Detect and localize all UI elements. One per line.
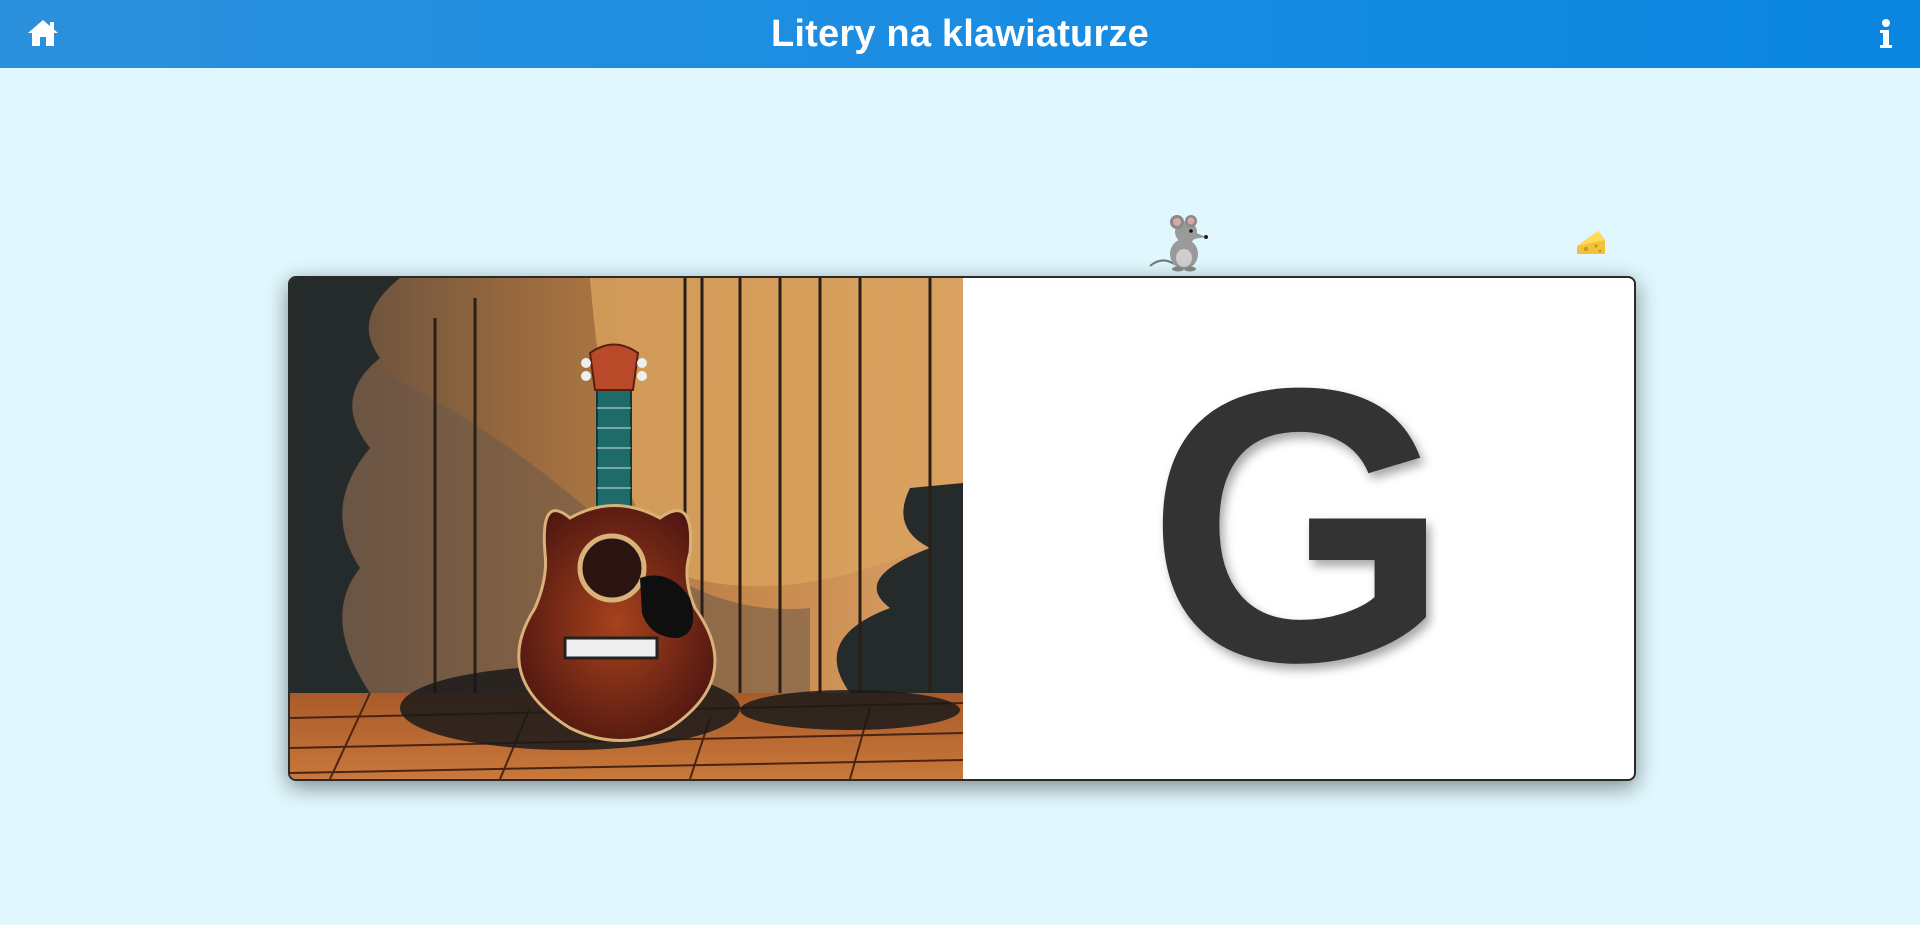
page-title: Litery na klawiaturze [770,12,1149,55]
guitar-picture [290,278,963,779]
top-bar: Litery na klawiaturze [0,0,1920,68]
info-icon [1880,19,1892,48]
target-letter: G [1146,306,1451,743]
info-button[interactable] [1876,18,1896,50]
mouse-icon [1149,215,1208,272]
home-button[interactable] [26,18,60,48]
flashcard: G [288,276,1636,781]
cheese-icon [1577,231,1605,254]
home-icon [28,20,58,46]
letter-panel: G [963,278,1634,779]
